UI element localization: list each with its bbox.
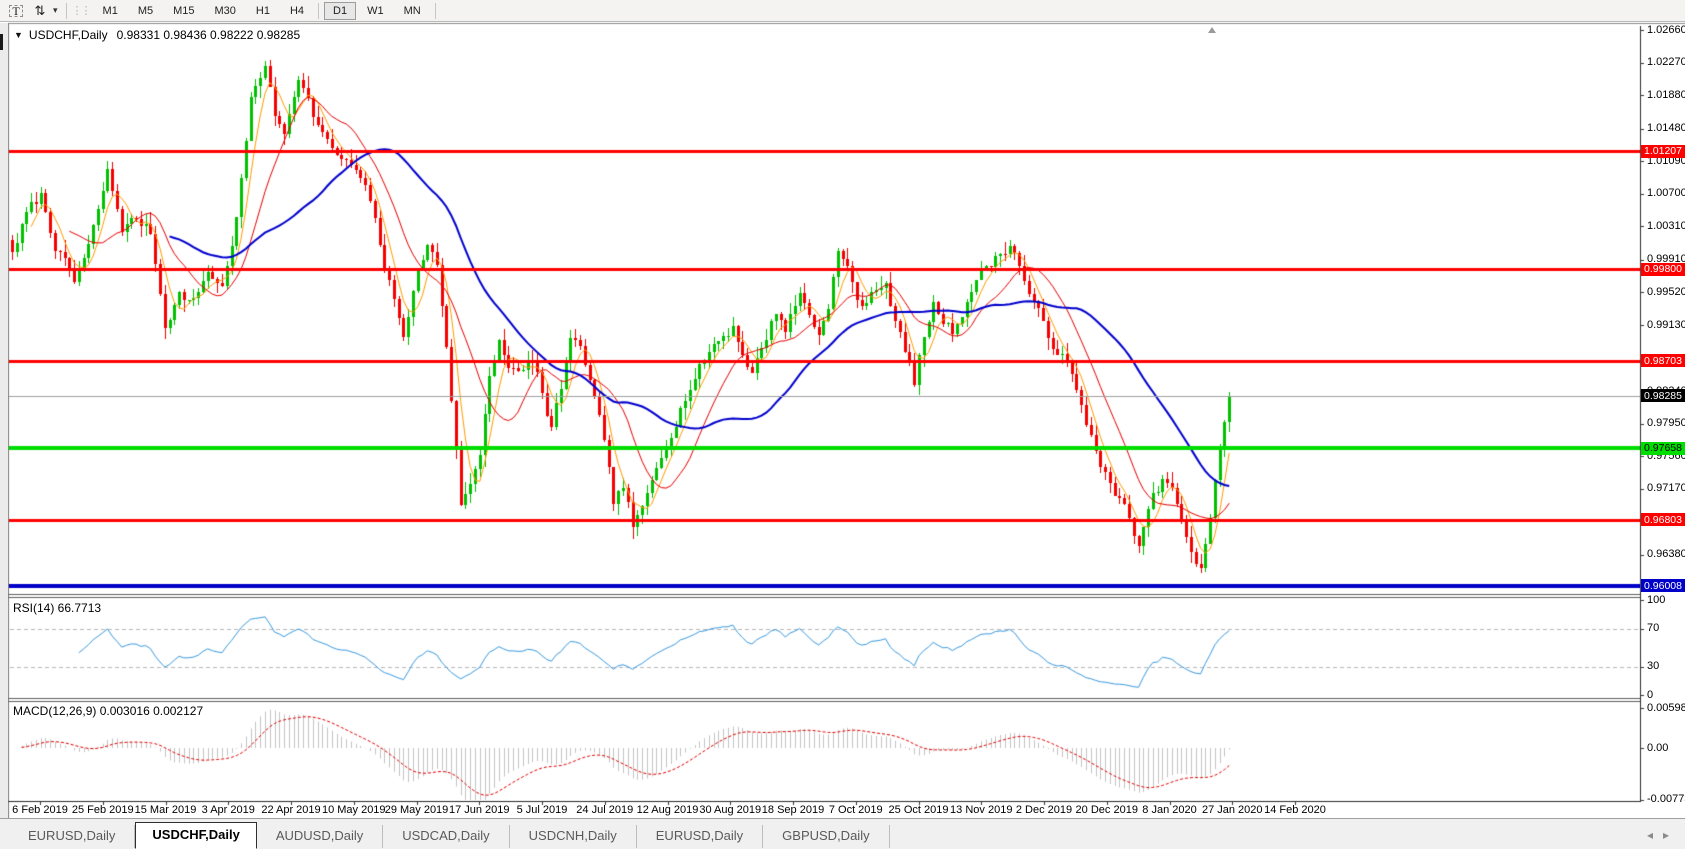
price-tick-label: 0.97950: [1647, 417, 1685, 429]
timeframe-button-m1[interactable]: M1: [94, 2, 127, 20]
date-tick-label: 12 Aug 2019: [637, 804, 699, 816]
arrange-symbols-button[interactable]: ⇅: [29, 2, 51, 20]
date-tick-label: 17 Jun 2019: [449, 804, 510, 816]
chart-tabs: EURUSD,DailyUSDCHF,DailyAUDUSD,DailyUSDC…: [9, 822, 890, 849]
date-tick-label: 30 Aug 2019: [699, 804, 761, 816]
mt4-terminal-window: T ⇅ ▾ ⋮⋮ M1M5M15M30H1H4 D1W1MN ▼ USDCHF,D…: [0, 0, 1685, 849]
date-tick-label: 8 Jan 2020: [1142, 804, 1196, 816]
level-price-tag: 0.96803: [1641, 513, 1685, 526]
tab-usdcad-3[interactable]: USDCAD,Daily: [383, 825, 509, 848]
arrange-symbols-icon: ⇅: [35, 3, 46, 19]
splitter-handle[interactable]: [0, 34, 3, 50]
text-label-tool-button[interactable]: T: [5, 2, 27, 20]
tab-usdchf-1[interactable]: USDCHF,Daily: [135, 822, 256, 849]
rsi-tick-label: 100: [1647, 594, 1665, 606]
rsi-tick-label: 70: [1647, 622, 1659, 634]
level-price-tag: 1.01207: [1641, 145, 1685, 158]
date-tick-label: 25 Oct 2019: [889, 804, 949, 816]
date-tick-label: 2 Dec 2019: [1016, 804, 1072, 816]
timeframe-button-m15[interactable]: M15: [164, 2, 203, 20]
date-tick-label: 3 Apr 2019: [202, 804, 255, 816]
date-tick-label: 7 Oct 2019: [829, 804, 883, 816]
toolbar-separator: [66, 3, 67, 19]
toolbar-grip[interactable]: ⋮⋮: [72, 4, 90, 17]
level-price-tag: 0.99800: [1641, 263, 1685, 276]
date-tick-label: 15 Mar 2019: [135, 804, 197, 816]
timeframe-button-h4[interactable]: H4: [281, 2, 313, 20]
date-tick-label: 10 May 2019: [322, 804, 386, 816]
date-tick-label: 6 Feb 2019: [12, 804, 68, 816]
tab-eurusd-5[interactable]: EURUSD,Daily: [637, 825, 763, 848]
date-tick-label: 29 May 2019: [385, 804, 449, 816]
chart-title-row: ▼ USDCHF,Daily 0.98331 0.98436 0.98222 0…: [14, 28, 300, 42]
date-tick-label: 14 Feb 2020: [1264, 804, 1326, 816]
chart-ohlc-values: 0.98331 0.98436 0.98222 0.98285: [117, 28, 301, 42]
rsi-tick-label: 30: [1647, 660, 1659, 672]
price-tick-label: 1.00700: [1647, 187, 1685, 199]
macd-tick-label: -0.007737: [1647, 793, 1685, 805]
tab-usdcnh-4[interactable]: USDCNH,Daily: [510, 825, 637, 848]
price-tick-label: 1.01480: [1647, 122, 1685, 134]
price-tick-label: 1.01880: [1647, 89, 1685, 101]
macd-tick-label: 0.00: [1647, 742, 1668, 754]
price-tick-label: 0.99520: [1647, 286, 1685, 298]
rsi-tick-label: 0: [1647, 689, 1653, 701]
level-price-tag: 0.97658: [1641, 442, 1685, 455]
date-tick-label: 13 Nov 2019: [950, 804, 1012, 816]
tab-gbpusd-6[interactable]: GBPUSD,Daily: [763, 825, 889, 848]
price-chart-canvas[interactable]: [0, 0, 1685, 849]
tab-eurusd-0[interactable]: EURUSD,Daily: [9, 825, 135, 848]
date-tick-label: 24 Jul 2019: [576, 804, 633, 816]
date-tick-label: 5 Jul 2019: [517, 804, 568, 816]
timeframe-button-d1[interactable]: D1: [324, 2, 356, 20]
price-tick-label: 1.02270: [1647, 56, 1685, 68]
toolbar-separator: [435, 3, 436, 19]
dropdown-caret-icon[interactable]: ▾: [53, 5, 58, 16]
price-tick-label: 1.02660: [1647, 24, 1685, 36]
price-tick-label: 0.97170: [1647, 482, 1685, 494]
chart-shift-marker-icon[interactable]: [1208, 27, 1216, 33]
text-label-tool-icon: T: [9, 5, 22, 17]
tab-audusd-2[interactable]: AUDUSD,Daily: [257, 825, 383, 848]
timeframe-button-h1[interactable]: H1: [247, 2, 279, 20]
timeframe-buttons: M1M5M15M30H1H4 D1W1MN: [93, 2, 440, 20]
timeframe-button-m30[interactable]: M30: [206, 2, 245, 20]
date-tick-label: 25 Feb 2019: [72, 804, 134, 816]
rsi-indicator-header: RSI(14) 66.7713: [13, 601, 101, 615]
level-price-tag: 0.96008: [1641, 579, 1685, 592]
tab-scroll-right-icon[interactable]: ▸: [1663, 828, 1679, 842]
date-tick-label: 20 Dec 2019: [1076, 804, 1138, 816]
current-price-tag: 0.98285: [1641, 389, 1685, 402]
tab-scroll-left-icon[interactable]: ◂: [1647, 828, 1663, 842]
timeframe-button-mn[interactable]: MN: [395, 2, 430, 20]
macd-tick-label: 0.005986: [1647, 702, 1685, 714]
chart-tab-bar: EURUSD,DailyUSDCHF,DailyAUDUSD,DailyUSDC…: [0, 818, 1685, 849]
macd-indicator-header: MACD(12,26,9) 0.003016 0.002127: [13, 704, 203, 718]
window-left-edge: [0, 23, 8, 849]
timeframes-toolbar: T ⇅ ▾ ⋮⋮ M1M5M15M30H1H4 D1W1MN: [0, 0, 1685, 22]
tab-scroll-arrows: ◂▸: [1647, 828, 1679, 842]
date-tick-label: 18 Sep 2019: [762, 804, 824, 816]
toolbar-separator: [318, 3, 319, 19]
chart-collapse-icon[interactable]: ▼: [14, 30, 23, 40]
date-tick-label: 27 Jan 2020: [1202, 804, 1263, 816]
chart-symbol-title: USDCHF,Daily: [29, 28, 108, 42]
price-tick-label: 0.99130: [1647, 319, 1685, 331]
timeframe-button-m5[interactable]: M5: [129, 2, 162, 20]
price-tick-label: 1.00310: [1647, 220, 1685, 232]
date-tick-label: 22 Apr 2019: [261, 804, 320, 816]
level-price-tag: 0.98703: [1641, 354, 1685, 367]
timeframe-button-w1[interactable]: W1: [358, 2, 393, 20]
price-tick-label: 0.96380: [1647, 548, 1685, 560]
